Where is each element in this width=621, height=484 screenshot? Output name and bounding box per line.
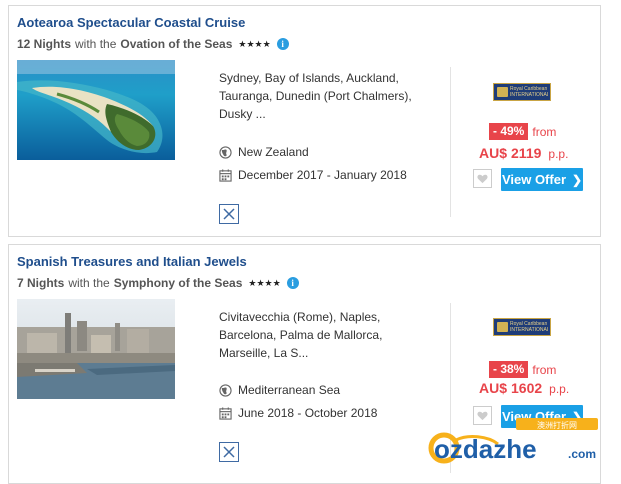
price-amount: 1602 — [511, 380, 543, 396]
price-amount: 2119 — [511, 145, 542, 161]
cruise-card-1[interactable]: Aotearoa Spectacular Coastal Cruise 12 N… — [8, 5, 601, 237]
nights: 7 Nights — [17, 276, 65, 290]
cruise-line-logo: Royal Caribbean INTERNATIONAL — [493, 318, 551, 336]
region-row: Mediterranean Sea — [219, 383, 340, 397]
ports-list: Civitavecchia (Rome), Naples, Barcelona,… — [219, 310, 383, 360]
watermark-logo: 澳洲打折网 ozdazhe .com — [428, 418, 598, 464]
favorite-button[interactable] — [473, 169, 492, 188]
dates-label: December 2017 - January 2018 — [238, 168, 407, 182]
cruise-photo[interactable] — [17, 299, 175, 399]
view-offer-button[interactable]: View Offer ❯ — [501, 168, 583, 191]
crown-icon — [497, 87, 508, 97]
with-text: with the — [75, 37, 117, 51]
price-row: AU$ 2119 p.p. — [479, 145, 568, 161]
expand-icon[interactable] — [219, 442, 239, 462]
from-label: from — [532, 362, 557, 377]
with-text: with the — [68, 276, 110, 290]
discount-badge: - 38% — [489, 361, 529, 378]
cruise-title[interactable]: Aotearoa Spectacular Coastal Cruise — [17, 15, 245, 30]
info-icon[interactable]: i — [276, 38, 289, 50]
region-row: New Zealand — [219, 145, 309, 159]
currency: AU$ — [479, 380, 508, 396]
cruise-subline: 12 Nights with the Ovation of the Seas ★… — [17, 37, 289, 51]
dates-row: June 2018 - October 2018 — [219, 406, 377, 420]
currency: AU$ — [479, 145, 508, 161]
dates-row: December 2017 - January 2018 — [219, 168, 407, 182]
discount-row: - 49% from — [489, 123, 556, 140]
harbour-city-image — [17, 299, 175, 399]
crown-icon — [497, 322, 508, 332]
ship-name: Ovation of the Seas — [120, 37, 233, 51]
per-person-label: p.p. — [549, 382, 570, 396]
cruise-photo[interactable] — [17, 60, 175, 160]
from-label: from — [532, 124, 557, 139]
nights: 12 Nights — [17, 37, 72, 51]
globe-icon — [219, 145, 232, 159]
cruise-line-logo: Royal Caribbean INTERNATIONAL — [493, 83, 551, 101]
calendar-icon — [219, 168, 232, 182]
cruise-subline: 7 Nights with the Symphony of the Seas ★… — [17, 276, 299, 290]
info-icon[interactable]: i — [286, 277, 299, 289]
discount-badge: - 49% — [489, 123, 529, 140]
ship-name: Symphony of the Seas — [113, 276, 243, 290]
watermark-tagline: 澳洲打折网 — [537, 420, 577, 430]
cruise-title[interactable]: Spanish Treasures and Italian Jewels — [17, 254, 247, 269]
star-rating: ★★★★ — [238, 38, 271, 49]
discount-row: - 38% from — [489, 361, 556, 378]
island-image — [17, 60, 175, 160]
ports-list: Sydney, Bay of Islands, Auckland, Tauran… — [219, 71, 412, 121]
chevron-right-icon: ❯ — [572, 172, 583, 187]
heart-icon — [477, 174, 488, 183]
globe-icon — [219, 383, 232, 397]
expand-icon[interactable] — [219, 204, 239, 224]
watermark-brand: ozdazhe — [434, 434, 537, 464]
region-label: Mediterranean Sea — [238, 383, 341, 397]
price-row: AU$ 1602 p.p. — [479, 380, 569, 396]
column-divider — [450, 67, 451, 217]
calendar-icon — [219, 406, 232, 420]
per-person-label: p.p. — [548, 147, 569, 161]
dates-label: June 2018 - October 2018 — [238, 406, 378, 420]
region-label: New Zealand — [238, 145, 309, 159]
watermark-suffix: .com — [568, 447, 596, 461]
star-rating: ★★★★ — [248, 277, 281, 288]
